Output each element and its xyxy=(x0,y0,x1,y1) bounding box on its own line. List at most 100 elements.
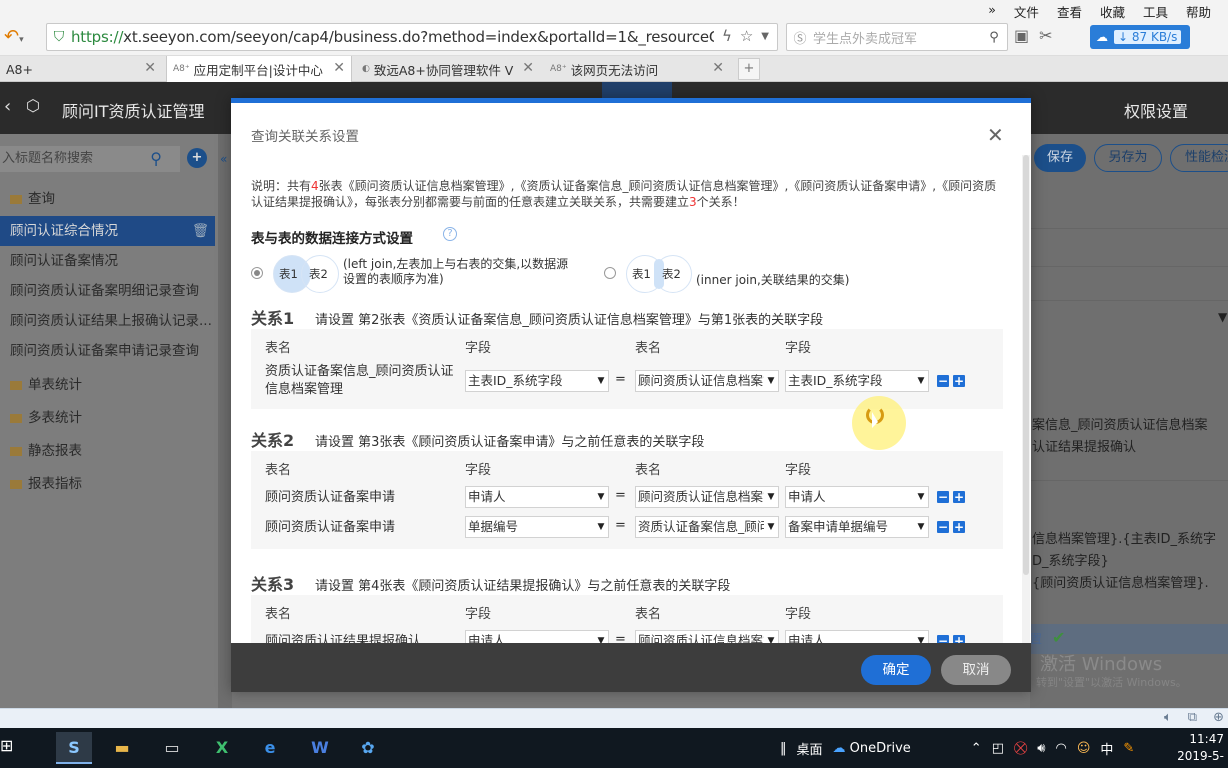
file-explorer-icon[interactable]: ▬ xyxy=(104,732,140,764)
tab-seeyon[interactable]: ◐ 致远A8+协同管理软件 V ✕ xyxy=(356,56,540,82)
menu-help[interactable]: 帮助 xyxy=(1177,2,1220,21)
ie-icon[interactable]: e xyxy=(252,732,288,764)
menu-favorites[interactable]: 收藏 xyxy=(1091,2,1134,21)
sidebar-item-overall[interactable]: 顾问认证综合情况 🗑 xyxy=(0,216,215,246)
left-join-option[interactable]: 表1 表2 (left join,左表加上与右表的交集,以数据源设置的表顺序为准… xyxy=(251,255,581,295)
chevron-down-icon[interactable]: ▾ xyxy=(19,35,24,45)
sidebar-search-input[interactable]: 入标题名称搜索 ⚲ xyxy=(0,146,180,172)
note-icon[interactable]: ✎ xyxy=(1123,741,1134,756)
sidebar-folder-report-metrics[interactable]: 报表指标 xyxy=(0,469,215,499)
dropdown-arrow-icon[interactable]: ▼ xyxy=(594,631,608,643)
field-select[interactable]: 申请人 ▼ xyxy=(465,630,609,643)
confirm-button[interactable]: 确定 xyxy=(861,655,931,685)
speaker-icon[interactable]: 🔊︎ xyxy=(1037,741,1045,756)
menu-view[interactable]: 查看 xyxy=(1048,2,1091,21)
baidu-netdisk-icon[interactable]: ✿ xyxy=(350,732,386,764)
volume-icon[interactable]: 🔈︎ xyxy=(1164,710,1172,725)
sidebar-collapse-bar[interactable]: « xyxy=(218,134,232,708)
dropdown-icon[interactable]: ▼ xyxy=(761,27,769,47)
target-table-select[interactable]: 资质认证备案信息_顾问资质认证信息档案管理▼ xyxy=(635,516,779,538)
sidebar-item-filing-detail[interactable]: 顾问资质认证备案明细记录查询 xyxy=(0,276,215,306)
ime-mode[interactable]: 中 xyxy=(1100,739,1113,758)
menu-overflow[interactable]: » xyxy=(979,2,1005,21)
excel-icon[interactable]: X xyxy=(204,732,240,764)
close-icon[interactable]: ✕ xyxy=(712,60,724,76)
url-input[interactable]: ⛉ https://xt.seeyon.com/seeyon/cap4/busi… xyxy=(46,23,778,51)
zoom-icon[interactable]: ⊕ xyxy=(1213,710,1224,725)
network-icon[interactable]: ◰ xyxy=(992,741,1004,756)
tab-a8[interactable]: A8+ ✕ xyxy=(0,56,162,82)
start-icon[interactable]: ⊞ xyxy=(0,736,13,755)
left-join-radio[interactable] xyxy=(251,267,263,279)
close-icon[interactable]: ✕ xyxy=(333,60,345,76)
sidebar-folder-single-stats[interactable]: 单表统计 xyxy=(0,370,215,400)
tray-expand-icon[interactable]: ⌃ xyxy=(971,741,982,756)
dropdown-arrow-icon[interactable]: ▼ xyxy=(914,487,928,507)
dropdown-arrow-icon[interactable]: ▼ xyxy=(594,371,608,391)
trash-icon[interactable]: 🗑 xyxy=(192,216,209,246)
tab-error-page[interactable]: A8⁺ 该网页无法访问 ✕ xyxy=(544,56,730,82)
menu-file[interactable]: 文件 xyxy=(1005,2,1048,21)
extension-icon[interactable]: ▣ xyxy=(1014,26,1029,45)
field-select[interactable]: 申请人 ▼ xyxy=(465,486,609,508)
save-button[interactable]: 保存 xyxy=(1034,144,1086,172)
dropdown-arrow-icon[interactable]: ▼ xyxy=(914,517,928,537)
dropdown-arrow-icon[interactable]: ▼ xyxy=(764,631,778,643)
add-row-icon[interactable]: + xyxy=(953,491,965,503)
ime-icon[interactable]: ☺ xyxy=(1077,741,1091,756)
browser-search-box[interactable]: Ⓢ 学生点外卖成冠军 ⚲ xyxy=(786,23,1008,51)
add-row-icon[interactable]: + xyxy=(953,635,965,643)
chevron-down-icon[interactable]: ▼ xyxy=(1218,310,1227,324)
search-icon[interactable]: ⚲ xyxy=(150,146,162,172)
close-icon[interactable]: ✕ xyxy=(144,60,156,76)
url-text[interactable]: https://xt.seeyon.com/seeyon/cap4/busine… xyxy=(71,28,714,46)
terminal-icon[interactable]: ▭ xyxy=(154,732,190,764)
save-as-button[interactable]: 另存为 xyxy=(1094,144,1162,172)
target-field-select[interactable]: 申请人 ▼ xyxy=(785,486,929,508)
field-select[interactable]: 主表ID_系统字段 ▼ xyxy=(465,370,609,392)
inner-join-option[interactable]: 表1 表2 (inner join,关联结果的交集) xyxy=(604,255,934,295)
close-icon[interactable]: ✕ xyxy=(522,60,534,76)
dropdown-arrow-icon[interactable]: ▼ xyxy=(764,371,778,391)
inner-join-radio[interactable] xyxy=(604,267,616,279)
cancel-button[interactable]: 取消 xyxy=(941,655,1011,685)
help-icon[interactable]: ? xyxy=(443,227,457,241)
target-field-select[interactable]: 申请人 ▼ xyxy=(785,630,929,643)
dropdown-arrow-icon[interactable]: ▼ xyxy=(764,487,778,507)
double-chevron-left-icon[interactable]: « xyxy=(220,152,227,166)
window-icon[interactable]: ⧉ xyxy=(1188,710,1197,725)
tab-design-center[interactable]: A8⁺ 应用定制平台|设计中心 ✕ xyxy=(166,56,352,82)
sidebar-folder-multi-stats[interactable]: 多表统计 xyxy=(0,403,215,433)
performance-check-button[interactable]: 性能检测 xyxy=(1170,144,1228,172)
target-table-select[interactable]: 顾问资质认证信息档案管理 ▼ xyxy=(635,630,779,643)
target-table-select[interactable]: 顾问资质认证信息档案管理 ▼ xyxy=(635,370,779,392)
remove-row-icon[interactable]: − xyxy=(937,521,949,533)
remove-row-icon[interactable]: − xyxy=(937,491,949,503)
remove-row-icon[interactable]: − xyxy=(937,375,949,387)
onedrive-toolbar[interactable]: ☁ OneDrive xyxy=(833,741,911,756)
close-icon[interactable]: ✕ xyxy=(987,123,1004,147)
dropdown-arrow-icon[interactable]: ▼ xyxy=(914,631,928,643)
add-icon[interactable]: + xyxy=(187,148,207,168)
search-icon[interactable]: ⚲ xyxy=(981,30,1007,45)
desktop-toolbar[interactable]: 桌面 xyxy=(797,739,823,758)
menu-tools[interactable]: 工具 xyxy=(1134,2,1177,21)
sidebar-item-filing-apply[interactable]: 顾问资质认证备案申请记录查询 xyxy=(0,336,215,366)
lightning-icon[interactable]: ϟ xyxy=(722,27,732,47)
target-table-select[interactable]: 顾问资质认证信息档案管理 ▼ xyxy=(635,486,779,508)
sogou-browser-icon[interactable]: S xyxy=(56,732,92,764)
target-field-select[interactable]: 主表ID_系统字段 ▼ xyxy=(785,370,929,392)
dropdown-arrow-icon[interactable]: ▼ xyxy=(594,487,608,507)
sidebar-folder-static-report[interactable]: 静态报表 xyxy=(0,436,215,466)
new-tab-button[interactable]: + xyxy=(738,58,760,80)
dialog-scrollbar[interactable] xyxy=(1022,155,1030,645)
dropdown-arrow-icon[interactable]: ▼ xyxy=(594,517,608,537)
add-row-icon[interactable]: + xyxy=(953,375,965,387)
permission-settings-link[interactable]: 权限设置 xyxy=(1124,98,1188,122)
sidebar-item-result-confirm[interactable]: 顾问资质认证结果上报确认记录... xyxy=(0,306,215,336)
browser-back-button[interactable]: ↶▾ xyxy=(4,26,36,50)
sidebar-folder-query[interactable]: 查询 xyxy=(0,184,215,214)
sidebar-item-filing[interactable]: 顾问认证备案情况 xyxy=(0,246,215,276)
dropdown-arrow-icon[interactable]: ▼ xyxy=(914,371,928,391)
scissors-icon[interactable]: ✂ xyxy=(1039,26,1052,45)
